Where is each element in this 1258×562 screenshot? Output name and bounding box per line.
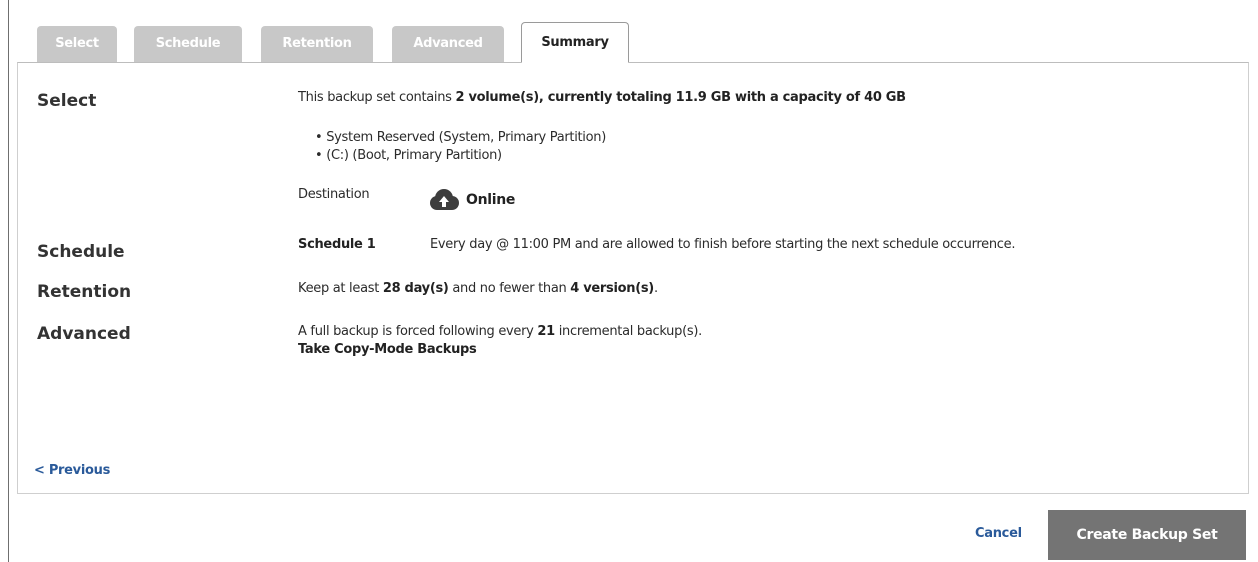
copy-mode-text: Take Copy-Mode Backups: [298, 342, 477, 357]
schedule-name: Schedule 1: [298, 237, 376, 252]
wizard-tabs: Select Schedule Retention Advanced Summa…: [0, 0, 1258, 63]
volume-name: (C:) (Boot, Primary Partition): [326, 148, 502, 163]
retention-middle: and no fewer than: [448, 281, 571, 296]
tab-schedule[interactable]: Schedule: [134, 26, 242, 62]
volume-list-item: System Reserved (System, Primary Partiti…: [315, 130, 606, 145]
tab-retention[interactable]: Retention: [261, 26, 373, 62]
tab-select[interactable]: Select: [37, 26, 117, 62]
summary-panel: [17, 62, 1249, 494]
retention-prefix: Keep at least: [298, 281, 383, 296]
advanced-text: A full backup is forced following every …: [298, 324, 702, 339]
advanced-prefix: A full backup is forced following every: [298, 324, 538, 339]
section-label-select: Select: [37, 91, 97, 111]
select-summary-text: This backup set contains 2 volume(s), cu…: [298, 90, 906, 105]
volume-list-item: (C:) (Boot, Primary Partition): [315, 148, 502, 163]
cloud-icon: [430, 189, 459, 210]
cancel-link[interactable]: Cancel: [975, 526, 1022, 541]
tab-advanced[interactable]: Advanced: [392, 26, 504, 62]
create-backup-set-button[interactable]: Create Backup Set: [1048, 510, 1246, 560]
retention-suffix: .: [653, 281, 658, 296]
destination-value: Online: [466, 192, 516, 208]
section-label-advanced: Advanced: [37, 324, 131, 344]
schedule-description: Every day @ 11:00 PM and are allowed to …: [430, 237, 1016, 252]
advanced-suffix: incremental backup(s).: [554, 324, 703, 339]
select-intro-bold: 2 volume(s), currently totaling 11.9 GB …: [455, 90, 906, 105]
previous-link[interactable]: < Previous: [34, 463, 110, 478]
volume-name: System Reserved (System, Primary Partiti…: [326, 130, 606, 145]
retention-text: Keep at least 28 day(s) and no fewer tha…: [298, 281, 658, 296]
retention-versions: 4 version(s): [570, 281, 654, 296]
retention-days: 28 day(s): [382, 281, 449, 296]
destination-label: Destination: [298, 187, 370, 202]
section-label-schedule: Schedule: [37, 242, 125, 262]
tab-summary[interactable]: Summary: [521, 22, 629, 63]
section-label-retention: Retention: [37, 282, 132, 302]
advanced-count: 21: [537, 324, 555, 339]
select-intro-prefix: This backup set contains: [298, 90, 456, 105]
